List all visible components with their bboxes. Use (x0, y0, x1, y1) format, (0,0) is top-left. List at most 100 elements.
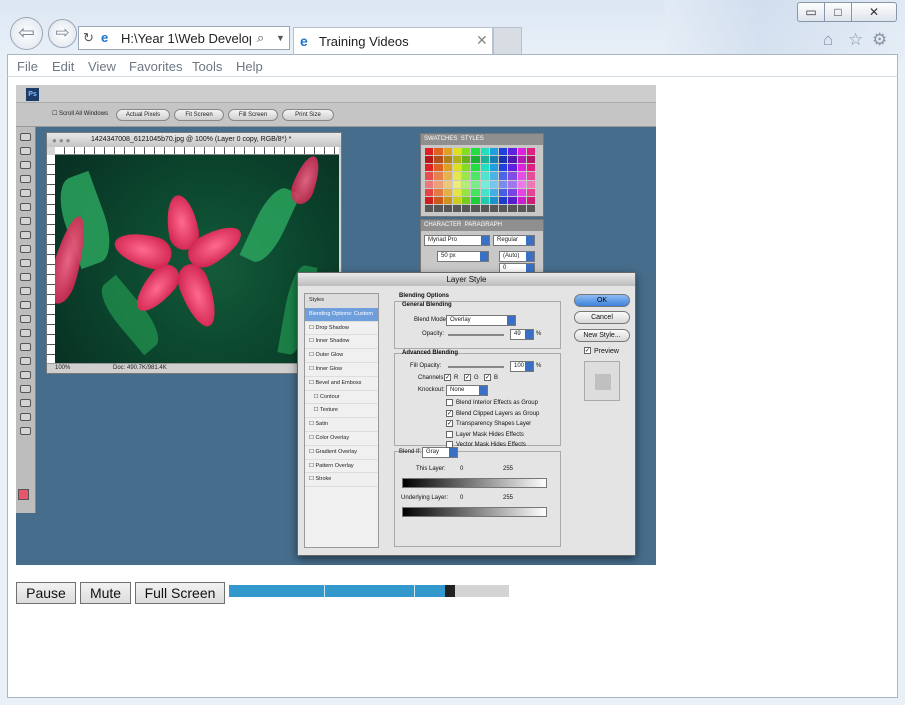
swatch (526, 196, 535, 204)
menu-tools[interactable]: Tools (192, 59, 222, 74)
styles-list: Styles Blending Options: Custom ☐ Drop Sha… (304, 293, 379, 548)
swatch (499, 172, 508, 180)
wand-tool-icon (20, 175, 31, 183)
type-tool-icon (20, 343, 31, 351)
swatch (526, 148, 535, 156)
mute-button[interactable]: Mute (80, 582, 131, 604)
swatch (499, 164, 508, 172)
zoom-level: 100% (55, 365, 71, 371)
dropdown-icon[interactable]: ▼ (276, 33, 285, 43)
pause-button[interactable]: Pause (16, 582, 76, 604)
character-tab-header: CHARACTER PARAGRAPH (421, 220, 543, 231)
swatch (434, 188, 443, 196)
swatch (499, 196, 508, 204)
swatch (425, 156, 434, 164)
swatch (425, 172, 434, 180)
swatch (499, 180, 508, 188)
style-item: ☐ Drop Shadow (305, 322, 378, 336)
style-item-label: Contour (320, 393, 340, 400)
swatch (526, 164, 535, 172)
style-item: ☐ Bevel and Emboss (305, 377, 378, 391)
swatch (526, 188, 535, 196)
swatch (526, 172, 535, 180)
document-title: 1424347008_6121045b70.jpg @ 100% (Layer … (47, 133, 341, 147)
print-size-button: Print Size (282, 109, 334, 121)
swatch (425, 180, 434, 188)
scroll-all-label: Scroll All Windows (59, 111, 109, 117)
address-bar[interactable]: ↻ e H:\Year 1\Web Development ⌕ ▼ (78, 26, 290, 50)
swatch (434, 180, 443, 188)
swatch (508, 196, 517, 204)
progress-bar[interactable] (229, 585, 509, 597)
menu-edit[interactable]: Edit (52, 59, 74, 74)
swatch (517, 180, 526, 188)
style-item: ☐ Texture (305, 404, 378, 419)
refresh-icon[interactable]: ↻ (83, 30, 94, 46)
underlying-max: 255 (503, 495, 514, 501)
swatch (517, 196, 526, 204)
tab-label: Training Videos (319, 34, 409, 49)
minimize-button[interactable]: ▭ (797, 2, 825, 22)
move-tool-icon (20, 133, 31, 141)
forward-button[interactable]: ⇨ (48, 19, 77, 48)
menu-file[interactable]: File (17, 59, 38, 74)
style-item-label: Inner Glow (315, 365, 343, 372)
channel-g-label: G (474, 375, 479, 381)
menu-help[interactable]: Help (236, 59, 263, 74)
address-text[interactable]: H:\Year 1\Web Development (121, 31, 251, 46)
favorites-star-icon[interactable]: ☆ (848, 30, 863, 50)
gear-icon[interactable]: ⚙ (872, 30, 887, 50)
swatch (434, 172, 443, 180)
swatch (508, 164, 517, 172)
tab-character: CHARACTER (424, 222, 462, 228)
scroll-all-windows-checkbox: ☐ Scroll All Windows (52, 111, 109, 117)
style-item: ☐ Satin (305, 418, 378, 432)
maximize-button[interactable]: □ (824, 2, 852, 22)
swatch (462, 172, 471, 180)
healing-tool-icon (20, 217, 31, 225)
preview-label: Preview (594, 348, 619, 355)
channels-label: Channels: (418, 375, 446, 381)
style-item-label: Drop Shadow (315, 324, 349, 331)
eraser-tool-icon (20, 273, 31, 281)
cancel-button: Cancel (574, 311, 630, 324)
progress-thumb[interactable] (445, 585, 456, 597)
swatch (462, 148, 471, 156)
menu-bar: File Edit View Favorites Tools Help (7, 54, 898, 77)
swatch (499, 204, 508, 212)
swatch (517, 204, 526, 212)
home-icon[interactable]: ⌂ (823, 30, 833, 50)
ok-button: OK (574, 294, 630, 307)
swatch (499, 148, 508, 156)
video-player[interactable]: Ps ☐ Scroll All Windows Actual Pixels Fi… (16, 85, 656, 565)
back-button[interactable]: ⇦ (10, 17, 43, 50)
swatch (471, 188, 480, 196)
swatch (434, 204, 443, 212)
swatch-grid (425, 148, 535, 212)
this-layer-max: 255 (503, 466, 514, 472)
swatch (526, 156, 535, 164)
swatch (480, 180, 489, 188)
swatch (508, 156, 517, 164)
close-tab-icon[interactable]: ✕ (476, 32, 488, 49)
swatch (508, 148, 517, 156)
new-tab-button[interactable] (493, 27, 522, 54)
channel-g-checkbox: ✓ (464, 374, 471, 381)
swatches-tab-header: SWATCHES STYLES (421, 134, 543, 145)
search-icon[interactable]: ⌕ (257, 30, 264, 46)
fill-screen-button: Fill Screen (228, 109, 278, 121)
this-layer-gradient (402, 478, 547, 488)
swatch (517, 188, 526, 196)
fullscreen-button[interactable]: Full Screen (135, 582, 225, 604)
close-button[interactable]: ✕ (851, 2, 897, 22)
tab-training-videos[interactable]: e Training Videos ✕ (293, 27, 493, 54)
opacity-label: Opacity: (422, 331, 445, 337)
gradient-tool-icon (20, 287, 31, 295)
menu-view[interactable]: View (88, 59, 116, 74)
underlying-min: 0 (460, 495, 464, 501)
progress-tick (324, 585, 326, 597)
menu-favorites[interactable]: Favorites (129, 59, 182, 74)
style-item: ☐ Inner Glow (305, 363, 378, 377)
style-item: ☐ Gradient Overlay (305, 446, 378, 460)
option-checkbox (446, 430, 453, 438)
